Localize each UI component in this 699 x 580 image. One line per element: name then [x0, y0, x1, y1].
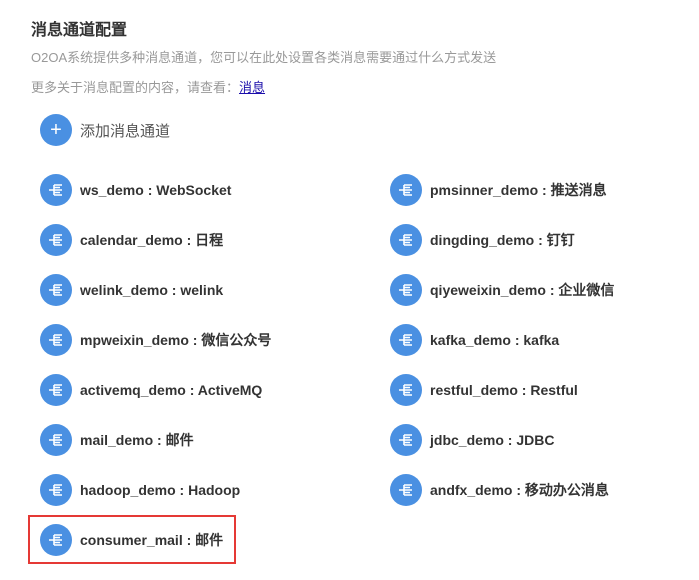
- channel-icon: [40, 474, 72, 506]
- add-channel-label: 添加消息通道: [80, 122, 171, 140]
- add-channel-button[interactable]: + 添加消息通道: [40, 114, 170, 146]
- channel-label: jdbc_demo : JDBC: [430, 432, 555, 448]
- message-doc-link[interactable]: 消息: [239, 80, 265, 95]
- channel-item[interactable]: ws_demo : WebSocket: [40, 174, 231, 206]
- channel-icon: [390, 224, 422, 256]
- channel-item[interactable]: hadoop_demo : Hadoop: [40, 474, 240, 506]
- channel-label: kafka_demo : kafka: [430, 332, 560, 348]
- channel-item[interactable]: dingding_demo : 钉钉: [390, 224, 575, 256]
- channel-item[interactable]: pmsinner_demo : 推送消息: [390, 174, 607, 206]
- channel-icon: [40, 374, 72, 406]
- channel-icon: [390, 424, 422, 456]
- channel-icon: [40, 174, 72, 206]
- channel-item[interactable]: welink_demo : welink: [40, 274, 223, 306]
- channel-label: qiyeweixin_demo : 企业微信: [430, 282, 615, 298]
- channel-icon: [390, 274, 422, 306]
- channel-item[interactable]: mpweixin_demo : 微信公众号: [40, 324, 271, 356]
- channel-label: calendar_demo : 日程: [80, 232, 224, 248]
- channel-item[interactable]: kafka_demo : kafka: [390, 324, 559, 356]
- channel-icon: [390, 174, 422, 206]
- channel-label: restful_demo : Restful: [430, 382, 578, 398]
- more-info-prefix: 更多关于消息配置的内容，请查看：: [31, 80, 240, 95]
- channel-icon: [40, 274, 72, 306]
- channel-label: consumer_mail : 邮件: [80, 532, 224, 548]
- channel-item[interactable]: activemq_demo : ActiveMQ: [40, 374, 262, 406]
- channel-icon: [40, 224, 72, 256]
- channel-label: hadoop_demo : Hadoop: [80, 482, 241, 498]
- channel-icon: [40, 524, 72, 556]
- channel-item[interactable]: qiyeweixin_demo : 企业微信: [390, 274, 614, 306]
- channel-label: pmsinner_demo : 推送消息: [430, 182, 607, 198]
- channel-item[interactable]: calendar_demo : 日程: [40, 224, 223, 256]
- more-info: 更多关于消息配置的内容，请查看：消息: [31, 77, 265, 96]
- channel-icon: [40, 424, 72, 456]
- channel-icon: [40, 324, 72, 356]
- channel-label: ws_demo : WebSocket: [80, 182, 232, 198]
- channel-item[interactable]: jdbc_demo : JDBC: [390, 424, 554, 456]
- plus-icon: +: [40, 114, 72, 146]
- channel-icon: [390, 474, 422, 506]
- channel-label: mail_demo : 邮件: [80, 432, 194, 448]
- page-description: O2OA系统提供多种消息通道，您可以在此处设置各类消息需要通过什么方式发送: [31, 50, 497, 65]
- channel-icon: [390, 324, 422, 356]
- channel-item[interactable]: consumer_mail : 邮件: [40, 524, 223, 556]
- channel-item[interactable]: andfx_demo : 移动办公消息: [390, 474, 609, 506]
- channel-label: activemq_demo : ActiveMQ: [80, 382, 263, 398]
- channel-item[interactable]: mail_demo : 邮件: [40, 424, 194, 456]
- channel-item[interactable]: restful_demo : Restful: [390, 374, 578, 406]
- channel-label: dingding_demo : 钉钉: [430, 232, 575, 248]
- channel-label: welink_demo : welink: [80, 282, 224, 298]
- page-title: 消息通道配置: [31, 22, 128, 39]
- channel-label: andfx_demo : 移动办公消息: [430, 482, 609, 498]
- channel-icon: [390, 374, 422, 406]
- channel-label: mpweixin_demo : 微信公众号: [80, 332, 272, 348]
